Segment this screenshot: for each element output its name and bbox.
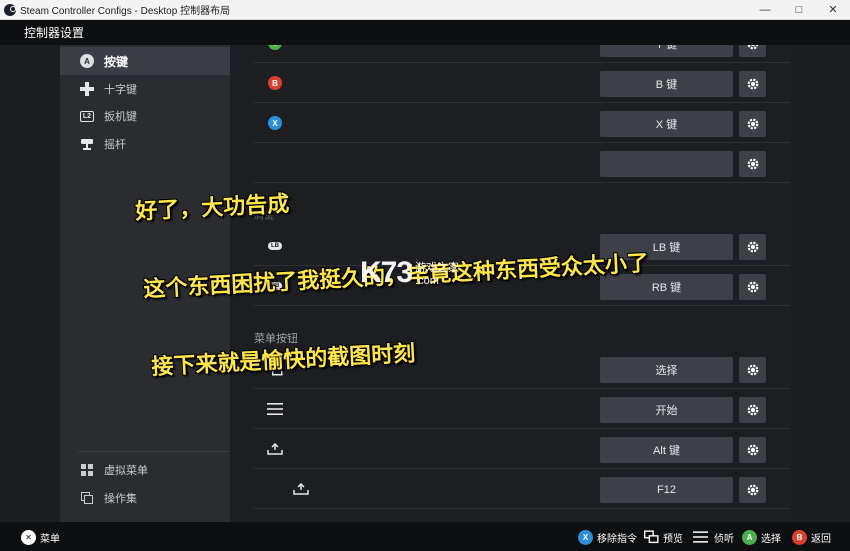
gear-icon[interactable] [739,151,766,177]
window-title: Steam Controller Configs - Desktop 控制器布局 [20,6,231,17]
l2-trigger-icon: L2 [79,108,95,124]
gear-icon[interactable] [739,437,766,463]
left-gutter [0,45,60,522]
watermark-site-name: 游戏之家 [415,262,460,274]
gear-icon[interactable] [739,274,766,300]
binding-row-y: Y Y 键 [253,45,790,63]
watermark-logo: K73 [360,256,413,289]
binding-value-button[interactable]: F12 [600,477,733,503]
upload-icon [267,441,283,457]
y-button-icon: Y [267,45,283,51]
gear-icon[interactable] [739,71,766,97]
caption-line: 接下来就是愉快的截图时刻 [150,340,416,380]
action-set-icon [79,490,95,506]
hint-label: 侦听 [714,533,734,545]
gear-icon[interactable] [739,45,766,57]
hamburger-icon [267,401,283,417]
preview-hint[interactable]: 预览 [644,529,683,545]
hint-label: 选择 [761,533,781,545]
select-hint[interactable]: A 选择 [742,529,781,545]
x-button-icon: X [267,115,283,131]
sidebar-item-action-sets[interactable]: 操作集 [60,484,230,512]
menu-hint[interactable]: ✕ 菜单 [21,529,60,545]
binding-row-alt: Alt 键 [253,429,790,469]
gear-icon[interactable] [739,357,766,383]
binding-value-button[interactable]: B 键 [600,71,733,97]
sidebar-item-label: 虚拟菜单 [104,465,148,477]
upload-icon [293,481,309,497]
b-button-icon: B [267,75,283,91]
steam-logo-icon [4,3,16,16]
window-title-bar: Steam Controller Configs - Desktop 控制器布局… [0,0,850,20]
binding-value-button[interactable]: Alt 键 [600,437,733,463]
a-button-icon: A [79,53,95,69]
right-gutter [790,45,850,522]
sidebar-item-virtual-menu[interactable]: 虚拟菜单 [60,456,230,484]
b-button-icon: B [792,529,807,545]
maximize-button[interactable]: □ [782,0,816,20]
gear-icon[interactable] [739,397,766,423]
listen-hint[interactable]: 侦听 [693,529,734,545]
hint-label: 预览 [663,533,683,545]
x-button-icon: X [578,529,593,545]
gear-icon[interactable] [739,234,766,260]
app-header: 控制器设置 [0,20,850,45]
joystick-icon [79,136,95,152]
page-title: 控制器设置 [24,26,85,40]
minimize-button[interactable]: — [748,0,782,20]
sidebar-item-label: 十字键 [104,84,137,96]
remove-command-hint[interactable]: X 移除指令 [578,529,637,545]
menu-hint-label: 菜单 [40,533,60,545]
binding-value-button[interactable]: Y 键 [600,45,733,57]
bottom-bar: ✕ 菜单 X 移除指令 预览 侦听 A 选择 B 返回 [0,522,850,551]
xbox-icon: ✕ [21,529,36,545]
gear-icon[interactable] [739,477,766,503]
hint-label: 移除指令 [597,533,637,545]
watermark-domain: .com [415,275,439,287]
gear-icon[interactable] [739,111,766,137]
binding-row-b: B B 键 [253,63,790,103]
sidebar-item-triggers[interactable]: L2 扳机键 [60,102,230,130]
sidebar-item-label: 操作集 [104,493,137,505]
back-hint[interactable]: B 返回 [792,529,831,545]
grid-menu-icon [79,462,95,478]
sidebar-item-label: 按键 [104,54,129,69]
caption-line: 好了，大功告成 [134,190,290,224]
sidebar-item-label: 扳机键 [104,111,137,123]
sidebar-item-label: 摇杆 [104,139,126,151]
view-icon [644,530,659,545]
a-button-icon: A [742,529,757,545]
hint-label: 返回 [811,533,831,545]
binding-value-button[interactable]: 开始 [600,397,733,423]
close-button[interactable]: ✕ [816,0,850,20]
sidebar-item-dpad[interactable]: 十字键 [60,75,230,103]
site-watermark: K73 游戏之家 .com [360,258,459,288]
binding-row-f12: F12 [253,469,790,509]
dpad-icon [79,81,95,97]
hamburger-icon [693,530,708,545]
sidebar-item-buttons[interactable]: A 按键 [60,47,230,75]
